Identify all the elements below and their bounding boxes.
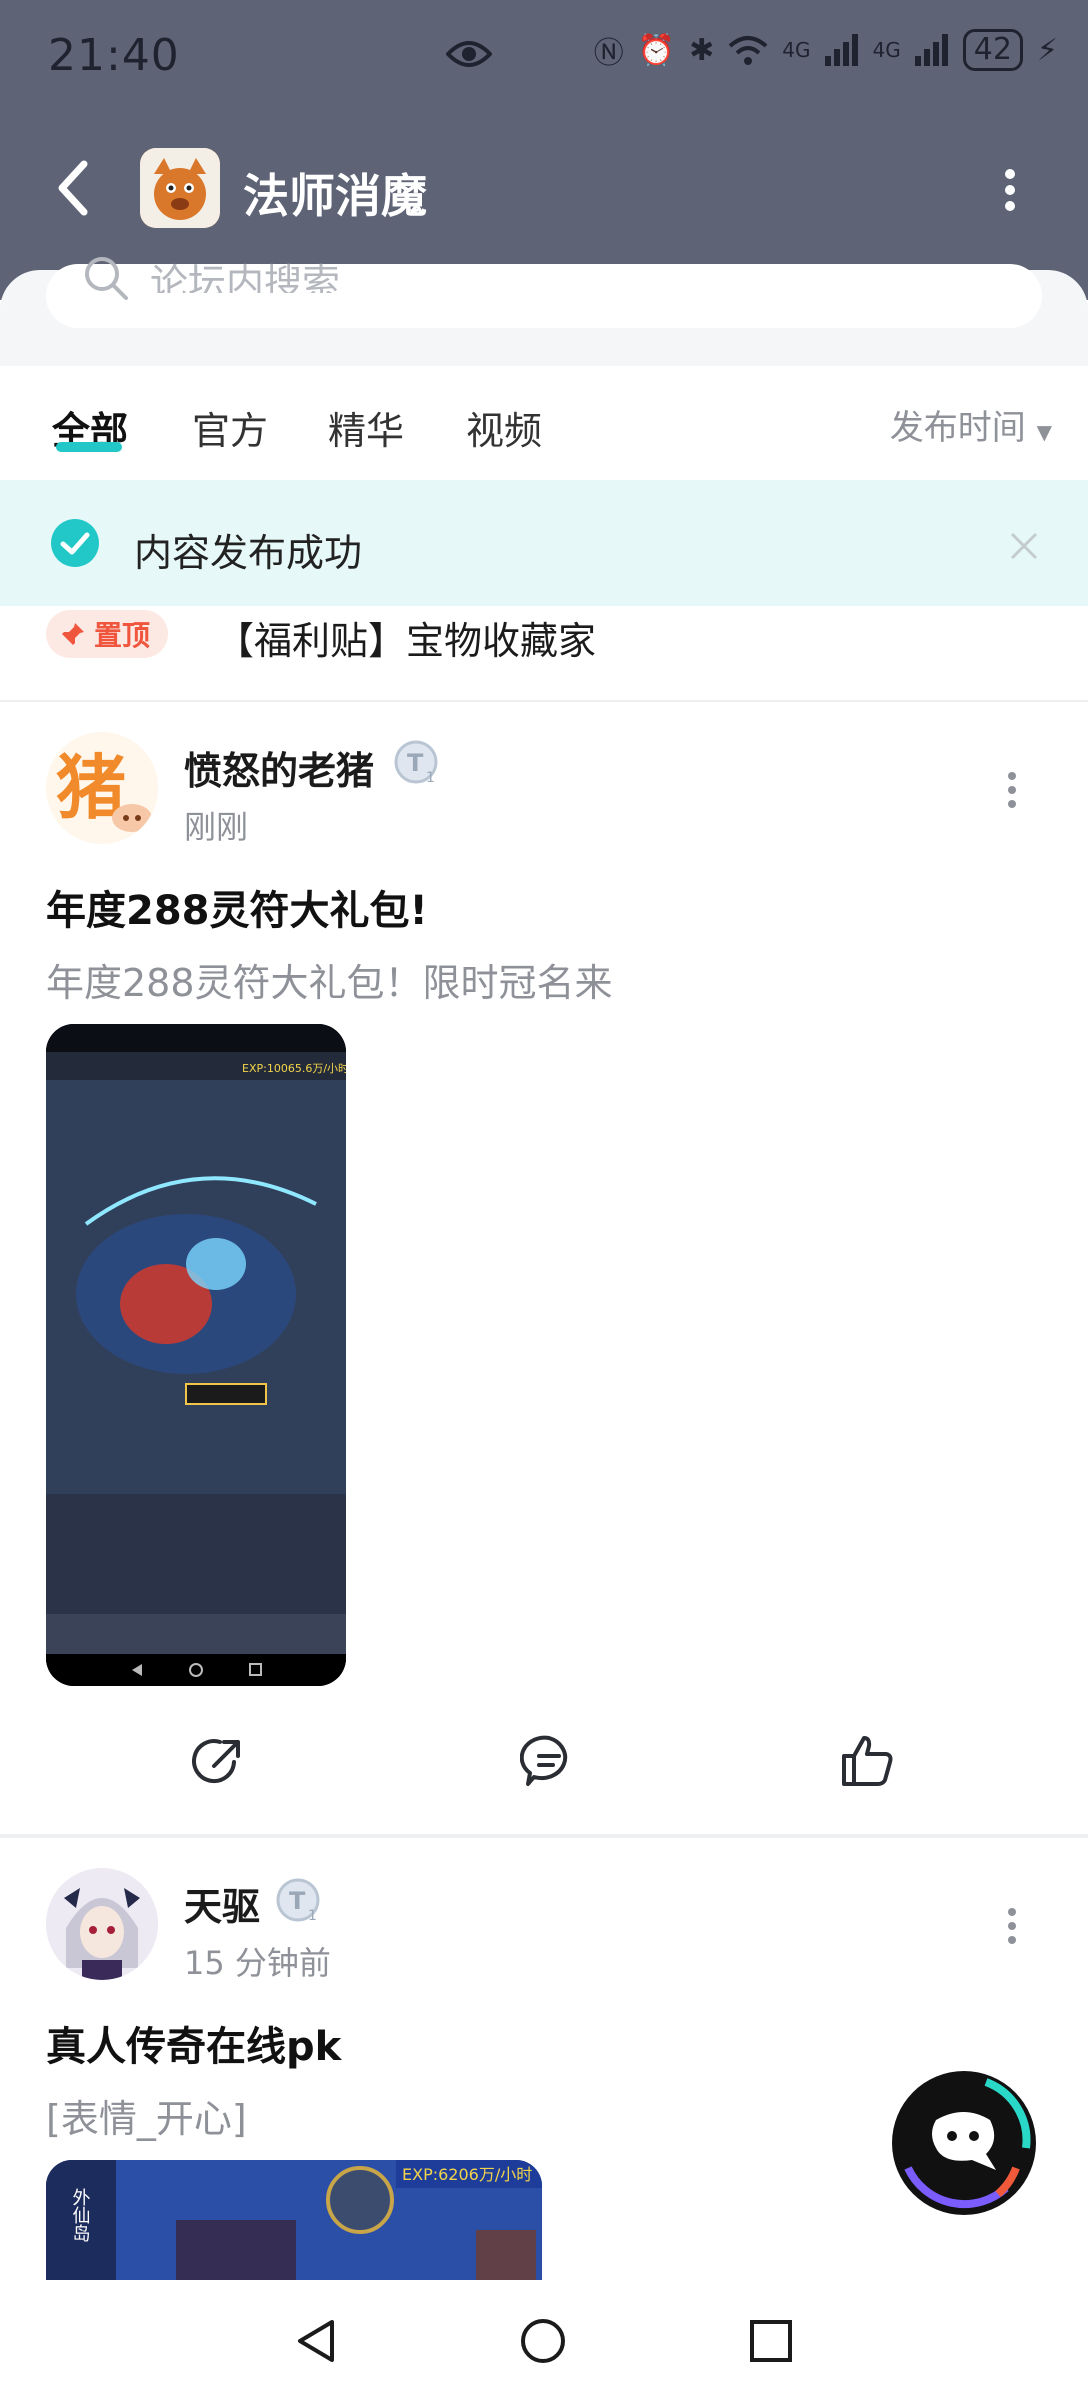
network-label-2: 4G [872, 38, 901, 62]
nfc-icon: Ⓝ [593, 36, 624, 71]
search-icon [85, 257, 128, 300]
post-more-icon[interactable] [1006, 770, 1018, 810]
toast-message: 内容发布成功 [134, 531, 363, 575]
post-title[interactable]: 真人传奇在线pk [46, 2014, 341, 2072]
close-icon[interactable] [1008, 530, 1040, 562]
pinned-badge-label: 置顶 [94, 619, 151, 652]
share-icon[interactable] [190, 1732, 248, 1790]
level-badge-icon: T 1 [394, 740, 438, 786]
network-label-1: 4G [782, 38, 811, 62]
forum-app-icon [140, 148, 220, 228]
game-side-label: 外仙岛 [70, 2188, 91, 2243]
status-icons: Ⓝ ⏰ ✱ 4G 4G 42 ⚡ [594, 28, 1058, 72]
app-icon[interactable] [140, 148, 220, 228]
wifi-icon [728, 36, 768, 65]
post-image[interactable]: 外仙岛 EXP:6206万/小时 [46, 2160, 542, 2280]
game-exp-text: EXP:10065.6万/小时 [242, 1062, 346, 1075]
divider [0, 700, 1088, 702]
pin-icon [62, 623, 84, 645]
post-title[interactable]: 年度288灵符大礼包! [46, 878, 428, 936]
chat-fab-button[interactable] [886, 2068, 1042, 2218]
divider [0, 1834, 1088, 1838]
page-title: 法师消魔 [243, 169, 427, 223]
post-time: 15 分钟前 [184, 1944, 331, 1982]
anime-avatar-icon [46, 1868, 158, 1980]
tab-official[interactable]: 官方 [192, 400, 268, 455]
signal-icon-1 [824, 34, 858, 66]
tab-video[interactable]: 视频 [466, 400, 542, 455]
game-exp-text: EXP:6206万/小时 [402, 2165, 532, 2184]
nav-back-icon[interactable] [292, 2316, 342, 2366]
alarm-icon: ⏰ [637, 32, 676, 68]
level-badge-icon: T 1 [276, 1878, 320, 1924]
signal-icon-2 [914, 34, 948, 66]
post-author[interactable]: 愤怒的老猪 [184, 740, 374, 795]
check-circle-icon [51, 519, 99, 567]
avatar[interactable]: 猪 [46, 732, 158, 844]
battery-indicator: 42 [962, 29, 1023, 71]
pinned-post-title[interactable]: 【福利贴】宝物收藏家 [216, 610, 596, 665]
post-body[interactable]: [表情_开心] [46, 2088, 247, 2143]
more-options-icon[interactable] [1002, 168, 1018, 212]
svg-text:1: 1 [308, 1908, 317, 1924]
post-more-icon[interactable] [1006, 1906, 1018, 1946]
sort-dropdown[interactable]: 发布时间 ▼ [890, 400, 1052, 449]
tab-featured[interactable]: 精华 [328, 400, 404, 455]
post-body[interactable]: 年度288灵符大礼包！限时冠名来 [46, 952, 613, 1007]
post-image[interactable]: EXP:10065.6万/小时 [46, 1024, 346, 1686]
game-screenshot-image: 外仙岛 EXP:6206万/小时 [46, 2160, 542, 2280]
avatar[interactable] [46, 1868, 158, 1980]
svg-text:1: 1 [426, 770, 435, 786]
pig-avatar-icon: 猪 [46, 732, 158, 844]
pinned-badge: 置顶 [46, 610, 169, 658]
nav-home-icon[interactable] [518, 2316, 568, 2366]
caret-down-icon: ▼ [1036, 420, 1052, 444]
bluetooth-icon: ✱ [689, 32, 715, 68]
sort-label: 发布时间 [889, 408, 1026, 448]
comment-icon[interactable] [520, 1732, 578, 1790]
eye-icon [446, 41, 492, 67]
svg-text:T: T [289, 1887, 306, 1915]
nav-recents-icon[interactable] [746, 2316, 796, 2366]
game-screenshot-image: EXP:10065.6万/小时 [46, 1024, 346, 1686]
post-author[interactable]: 天驱 [184, 1876, 260, 1931]
status-time: 21:40 [48, 30, 180, 81]
post-time: 刚刚 [184, 808, 249, 846]
back-arrow-icon[interactable] [52, 158, 92, 218]
active-tab-indicator [56, 442, 122, 452]
charging-icon: ⚡ [1036, 32, 1058, 68]
like-icon[interactable] [838, 1732, 896, 1790]
svg-text:T: T [407, 749, 424, 777]
